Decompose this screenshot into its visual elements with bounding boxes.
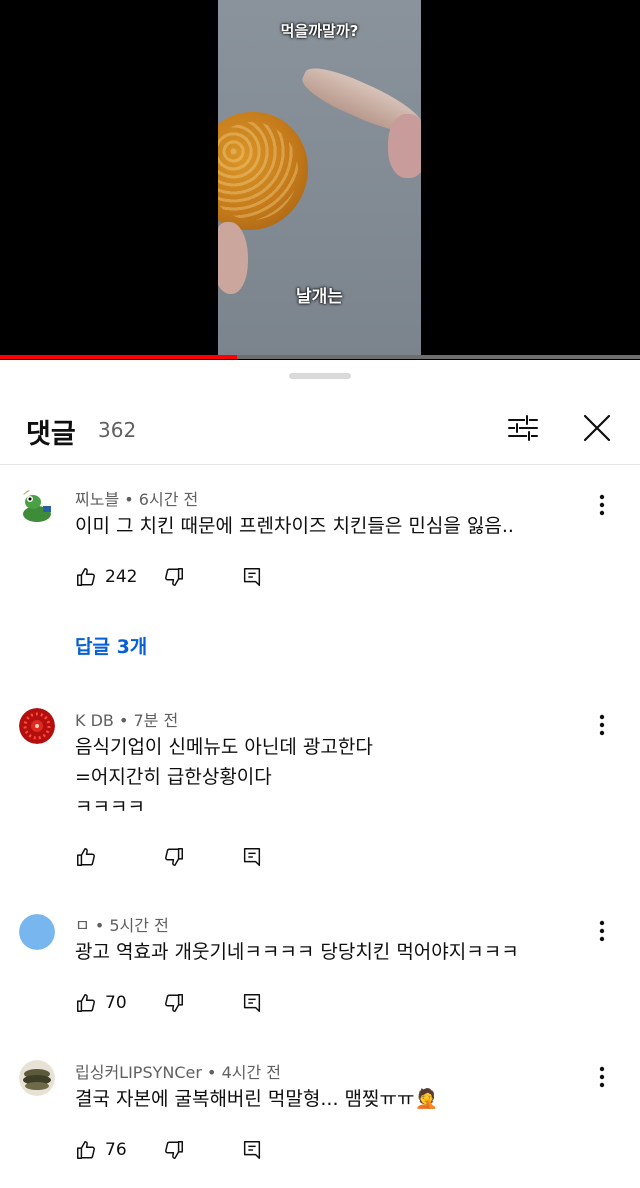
thumbs-up-icon: [77, 994, 95, 1012]
reply-button[interactable]: [241, 988, 263, 1018]
comments-header: 댓글 362: [0, 400, 640, 464]
reply-icon: [243, 848, 261, 866]
thumbs-down-icon: [165, 1141, 183, 1159]
like-button[interactable]: 76: [75, 1135, 127, 1165]
dislike-button[interactable]: [163, 842, 185, 872]
comment-meta: 립싱커LIPSYNCer • 4시간 전: [75, 1063, 281, 1082]
thumbs-down-icon: [165, 848, 183, 866]
header-divider: [0, 464, 640, 465]
blue-circle-avatar[interactable]: [19, 914, 55, 950]
reply-button[interactable]: [241, 842, 263, 872]
sort-filter-icon[interactable]: [505, 410, 541, 446]
close-icon[interactable]: [579, 410, 615, 446]
comment-time: 5시간 전: [109, 916, 169, 935]
comment-author[interactable]: 찌노블: [75, 490, 119, 509]
lips-avatar[interactable]: [19, 1060, 55, 1096]
dislike-button[interactable]: [163, 1135, 185, 1165]
comments-count: 362: [98, 418, 137, 442]
comments-sheet: 댓글 362 찌노블 • 6시간 전 이미 그 치킨 때문에 프렌차이즈 치킨들…: [0, 360, 640, 1188]
comment-text: 이미 그 치킨 때문에 프렌차이즈 치킨들은 민심을 잃음..: [75, 511, 514, 541]
thumbs-up-icon: [77, 848, 95, 866]
comment-line: 광고 역효과 개웃기네ㅋㅋㅋㅋ 당당치킨 먹어야지ㅋㅋㅋ: [75, 941, 519, 963]
dislike-button[interactable]: [163, 988, 185, 1018]
comments-title: 댓글: [26, 419, 76, 450]
comment-time: 6시간 전: [138, 490, 199, 509]
video-progress-bar[interactable]: [0, 355, 640, 359]
reply-button[interactable]: [241, 562, 263, 592]
video-frame: 먹을까말까? 날개는: [218, 0, 421, 356]
comment-line: 이미 그 치킨 때문에 프렌차이즈 치킨들은 민심을 잃음..: [75, 515, 514, 537]
comment-text: 음식기업이 신메뉴도 아닌데 광고한다 =어지간히 급한상황이다 ㅋㅋㅋㅋ: [75, 732, 373, 822]
comment-text: 광고 역효과 개웃기네ㅋㅋㅋㅋ 당당치킨 먹어야지ㅋㅋㅋ: [75, 937, 519, 967]
like-count: 70: [105, 993, 127, 1013]
fried-chicken-image: [218, 112, 308, 230]
comment-meta: ㅁ • 5시간 전: [75, 916, 169, 935]
thumbs-down-icon: [165, 568, 183, 586]
comment-author[interactable]: K DB: [75, 711, 114, 730]
like-button[interactable]: 242: [75, 562, 137, 592]
reply-icon: [243, 1141, 261, 1159]
comment-line: ㅋㅋㅋㅋ: [75, 796, 145, 818]
sheet-drag-handle[interactable]: [289, 373, 351, 379]
reply-icon: [243, 994, 261, 1012]
comment-line: 음식기업이 신메뉴도 아닌데 광고한다: [75, 736, 373, 758]
frog-avatar[interactable]: [19, 488, 55, 524]
red-pattern-avatar[interactable]: [19, 708, 55, 744]
dislike-button[interactable]: [163, 562, 185, 592]
comment-author[interactable]: 립싱커LIPSYNCer: [75, 1063, 202, 1082]
video-caption-top: 먹을까말까?: [280, 22, 359, 40]
comment-author[interactable]: ㅁ: [75, 916, 90, 935]
video-caption-bottom: 날개는: [296, 287, 343, 307]
like-count: 242: [105, 567, 138, 587]
more-options-icon[interactable]: [590, 712, 614, 738]
like-button[interactable]: 70: [75, 988, 127, 1018]
comment-time: 7분 전: [133, 711, 179, 730]
comment-line: 결국 자본에 굴복해버린 먹말형... 맴찢ㅠㅠ🤦: [75, 1088, 439, 1110]
thumbs-down-icon: [165, 994, 183, 1012]
video-player[interactable]: 먹을까말까? 날개는: [0, 0, 640, 360]
comment-line: =어지간히 급한상황이다: [75, 766, 272, 788]
thumbs-up-icon: [77, 568, 95, 586]
like-count: 76: [105, 1140, 127, 1160]
more-options-icon[interactable]: [590, 1064, 614, 1090]
more-options-icon[interactable]: [590, 492, 614, 518]
comment-meta: 찌노블 • 6시간 전: [75, 490, 199, 509]
more-options-icon[interactable]: [590, 918, 614, 944]
video-progress-fill: [0, 355, 237, 359]
hand-image: [388, 114, 421, 178]
comment-time: 4시간 전: [221, 1063, 281, 1082]
reply-button[interactable]: [241, 1135, 263, 1165]
comment-meta: K DB • 7분 전: [75, 711, 179, 730]
like-button[interactable]: [75, 842, 105, 872]
comment-text: 결국 자본에 굴복해버린 먹말형... 맴찢ㅠㅠ🤦: [75, 1084, 438, 1114]
thumbs-up-icon: [77, 1141, 95, 1159]
view-replies-link[interactable]: 답글 3개: [75, 632, 147, 659]
reply-icon: [243, 568, 261, 586]
